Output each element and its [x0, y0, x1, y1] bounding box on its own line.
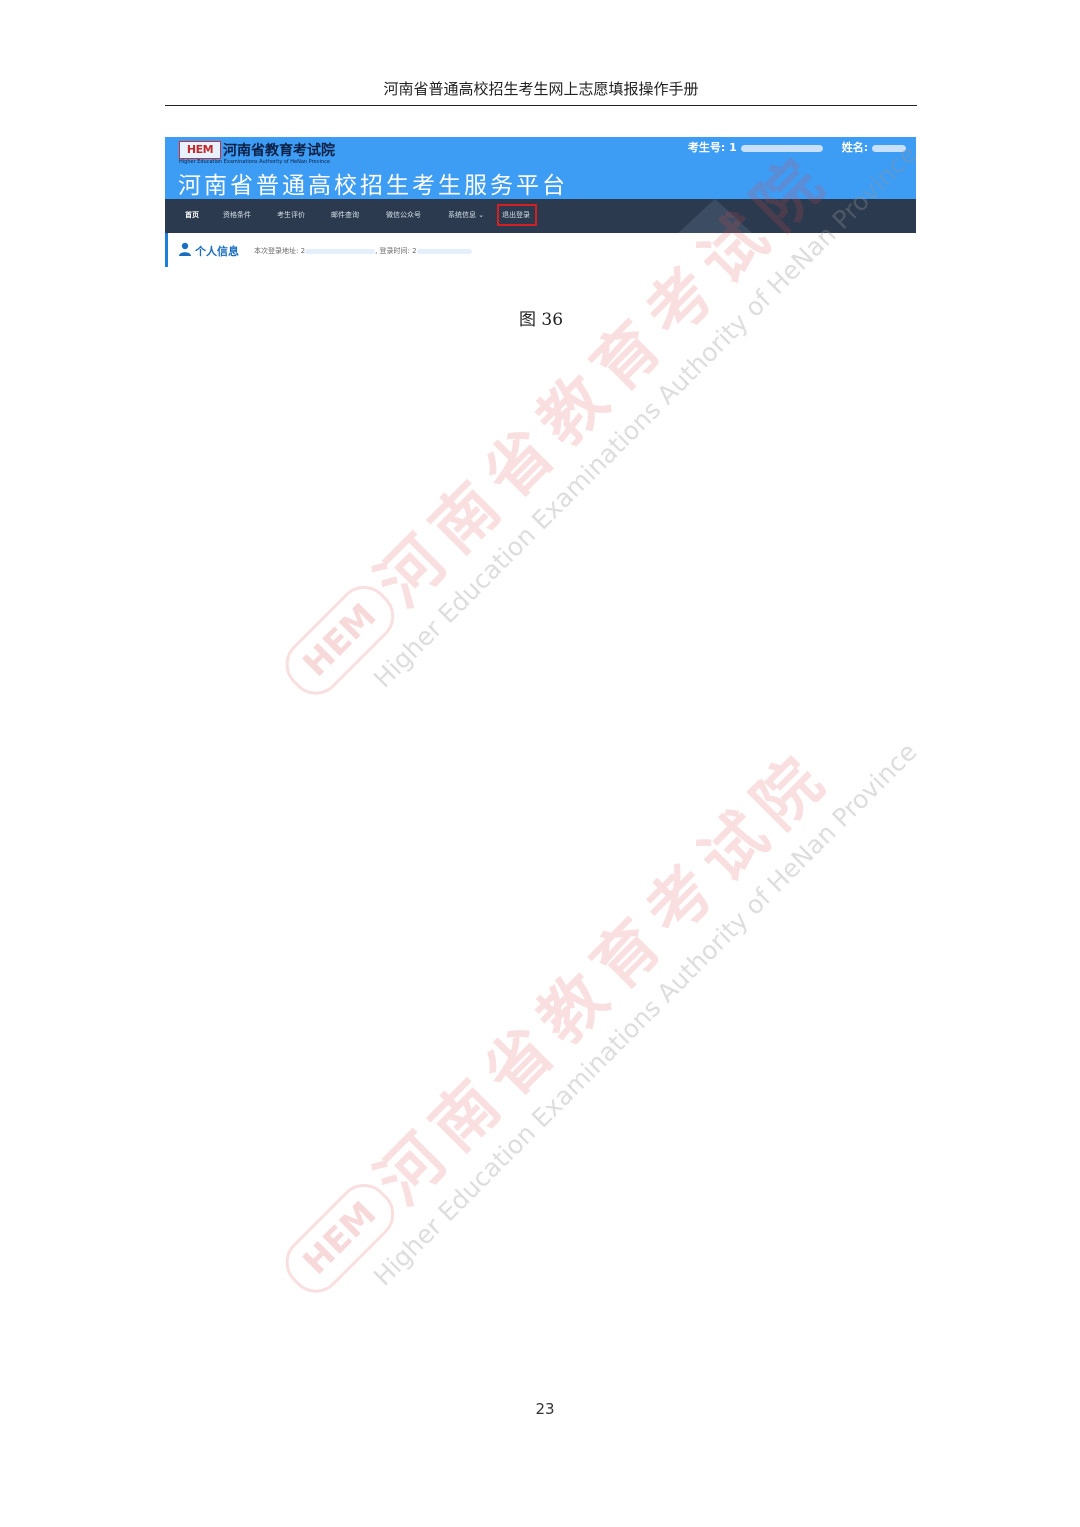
nav-item-system-info-label: 系统信息 — [448, 211, 476, 219]
personal-info-title: 个人信息 — [195, 245, 239, 258]
watermark-logo: HEM — [274, 1173, 405, 1304]
org-name: 河南省教育考试院 — [223, 143, 335, 159]
login-time-label: 登录时间: — [379, 247, 410, 255]
watermark-text-cn: 河南省教育考试院 — [362, 736, 846, 1220]
platform-title: 河南省普通高校招生考生服务平台 — [178, 173, 568, 199]
nav-decoration — [678, 199, 752, 233]
running-header: 河南省普通高校招生考生网上志愿填报操作手册 — [383, 80, 699, 98]
name-label: 姓名: — [841, 141, 869, 154]
nav-item-wechat[interactable]: 微信公众号 — [386, 210, 421, 220]
name-redacted — [872, 144, 906, 152]
platform-banner: HEM 河南省教育考试院 Higher Education Examinatio… — [165, 137, 916, 199]
candidate-no-redacted — [740, 144, 823, 152]
org-name-en: Higher Education Examinations Authority … — [179, 159, 330, 165]
hem-logo: HEM — [179, 141, 221, 159]
screenshot-figure: HEM 河南省教育考试院 Higher Education Examinatio… — [165, 137, 916, 267]
nav-bar: 首页 资格条件 考生评价 邮件查询 微信公众号 系统信息 ⌄ 退出登录 — [165, 199, 916, 233]
login-address-redacted — [305, 248, 376, 254]
page-number: 23 — [535, 1400, 555, 1418]
user-meta: 考生号: 1 姓名: — [688, 139, 906, 155]
candidate-no-value: 1 — [729, 141, 737, 154]
login-time-value: 2 — [412, 247, 417, 255]
watermark-top: HEM 河南省教育考试院 Higher Education Examinatio… — [261, 138, 922, 757]
figure-caption: 图 36 — [518, 310, 564, 330]
nav-item-home[interactable]: 首页 — [185, 210, 199, 220]
watermark-text-en: Higher Education Examinations Authority … — [368, 737, 923, 1292]
nav-item-mail-query[interactable]: 邮件查询 — [331, 210, 359, 220]
login-time-redacted — [416, 248, 472, 254]
candidate-no-label: 考生号: — [687, 141, 726, 154]
nav-item-system-info[interactable]: 系统信息 ⌄ — [448, 210, 484, 220]
nav-item-evaluation[interactable]: 考生评价 — [277, 210, 305, 220]
login-details: 本次登录地址: 2, 登录时间: 2 — [254, 246, 472, 256]
login-address-label: 本次登录地址: — [254, 247, 299, 255]
nav-item-qualification[interactable]: 资格条件 — [223, 210, 251, 220]
personal-info-bar: 个人信息 本次登录地址: 2, 登录时间: 2 — [165, 233, 916, 267]
chevron-down-icon: ⌄ — [478, 211, 485, 219]
logout-highlight-box — [497, 204, 537, 226]
person-icon — [179, 242, 191, 256]
watermark-logo: HEM — [274, 575, 405, 706]
watermark-bottom: HEM 河南省教育考试院 Higher Education Examinatio… — [261, 736, 922, 1355]
header-divider — [165, 105, 917, 106]
